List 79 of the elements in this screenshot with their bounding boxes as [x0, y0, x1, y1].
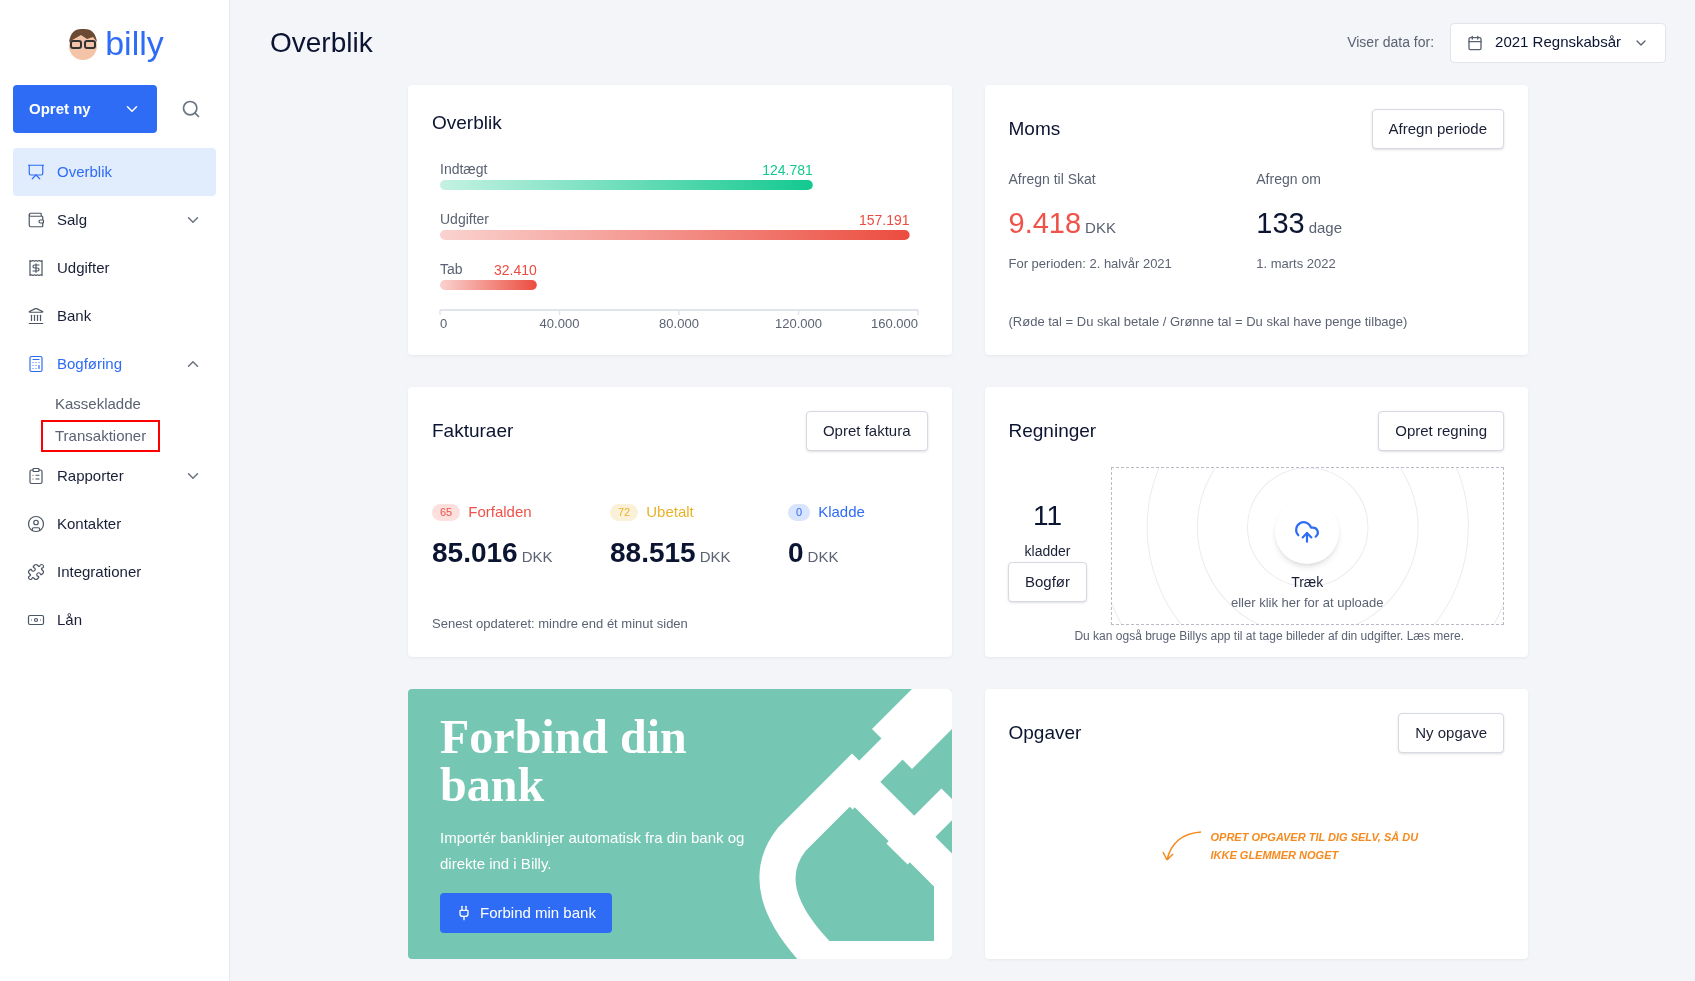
card-title: Opgaver [1008, 720, 1082, 745]
card-title: Fakturaer [432, 418, 514, 443]
promo-title: Forbind din bank [440, 713, 688, 809]
settle-period-button[interactable]: Afregn periode [1371, 109, 1504, 149]
bar-value: 32.410 [494, 261, 537, 278]
card-title: Moms [1008, 116, 1061, 141]
puzzle-icon [27, 563, 45, 581]
status-label: Forfalden [468, 502, 532, 522]
promo-text: Importér banklinjer automatisk fra din bank og direkte ind i Billy. [440, 828, 746, 874]
currency: DKK [807, 546, 839, 567]
create-new-button[interactable]: Opret ny [13, 85, 157, 133]
plug-icon [456, 905, 472, 921]
stat-note: For perioden: 2. halvår 2021 [1008, 254, 1173, 273]
new-task-button[interactable]: Ny opgave [1398, 713, 1504, 753]
status-label: Kladde [818, 502, 865, 522]
axis-tick-label: 80.000 [659, 315, 699, 330]
nav-item[interactable]: Integrationer [13, 548, 216, 596]
stat-value: 133 [1256, 206, 1305, 241]
nav-item[interactable]: Salg [13, 196, 216, 244]
card-title: Regninger [1008, 418, 1097, 443]
nav-subitem[interactable]: Kassekladde [43, 389, 153, 419]
count-pill: 0 [788, 504, 811, 521]
amount: 85.016 [432, 535, 518, 570]
page-title: Overblik [270, 25, 373, 60]
draft-count: 11 [1032, 499, 1063, 533]
footnote: (Røde tal = Du skal betale / Grønne tal = Du skal have penge tilbage) [1008, 312, 1409, 331]
nav-item[interactable]: Udgifter [13, 244, 216, 292]
search-icon[interactable] [181, 99, 201, 119]
currency: DKK [699, 546, 731, 567]
receipt-icon [27, 259, 45, 277]
user-icon [27, 515, 45, 533]
draft-label: kladder [1024, 542, 1071, 561]
count-pill: 65 [432, 504, 461, 521]
stat-unit: dage [1308, 218, 1342, 238]
amount: 0 [788, 535, 804, 570]
nav-item[interactable]: Overblik [13, 148, 216, 196]
amount: 88.515 [610, 535, 696, 570]
updated-note: Senest opdateret: mindre end ét minut siden [432, 614, 689, 633]
axis-tick-label: 160.000 [871, 315, 918, 330]
bar-label: Udgifter [440, 210, 490, 227]
nav-item[interactable]: Kontakter [13, 500, 216, 548]
bank-icon [27, 307, 45, 325]
app-hint: Du kan også bruge Billys app til at tage billeder af din udgifter. Læs mere. [1074, 628, 1465, 645]
period-label: Viser data for: [1347, 33, 1435, 52]
status-label: Ubetalt [646, 502, 694, 522]
period-dropdown[interactable]: 2021 Regnskabsår [1450, 22, 1666, 63]
nav-item[interactable]: Bank [13, 292, 216, 340]
upload-title: Træk [1291, 572, 1324, 592]
stat-label: Afregn om [1256, 170, 1322, 189]
bar-label: Tab [440, 260, 463, 277]
card-title: Overblik [432, 111, 503, 135]
post-button[interactable]: Bogfør [1008, 562, 1087, 602]
calendar-icon [1467, 34, 1484, 51]
nav-item[interactable]: Lån [13, 596, 216, 644]
logo-text: billy [105, 25, 164, 60]
create-bill-button[interactable]: Opret regning [1378, 411, 1504, 451]
tasks-hint: OPRET OPGAVER TIL DIG SELV, SÅ DU IKKE GLEMMER NOGET [1210, 830, 1420, 863]
stat-note: 1. marts 2022 [1256, 254, 1337, 273]
create-invoice-button[interactable]: Opret faktura [805, 411, 928, 451]
currency: DKK [521, 546, 553, 567]
presentation-icon [27, 163, 45, 181]
nav-item[interactable]: Rapporter [13, 452, 216, 500]
wallet-icon [27, 211, 45, 229]
nav-item[interactable]: Bogføring [13, 340, 216, 388]
stat-label: Afregn til Skat [1008, 170, 1097, 189]
axis-tick-label: 120.000 [775, 315, 822, 330]
bar-label: Indtægt [440, 160, 488, 177]
bar-value: 124.781 [762, 161, 813, 178]
count-pill: 72 [610, 504, 639, 521]
axis-tick-label: 40.000 [539, 315, 580, 330]
nav-subitem[interactable]: Transaktioner [43, 421, 159, 451]
stat-unit: DKK [1085, 218, 1116, 238]
stat-value: 9.418 [1008, 206, 1082, 241]
upload-hint: eller klik her for at uploade [1231, 593, 1384, 612]
connect-bank-button[interactable]: Forbind min bank [440, 893, 612, 933]
calculator-icon [27, 355, 45, 373]
bar-value: 157.191 [859, 211, 910, 228]
clipboard-icon [27, 467, 45, 485]
axis-tick-label: 0 [440, 315, 448, 330]
